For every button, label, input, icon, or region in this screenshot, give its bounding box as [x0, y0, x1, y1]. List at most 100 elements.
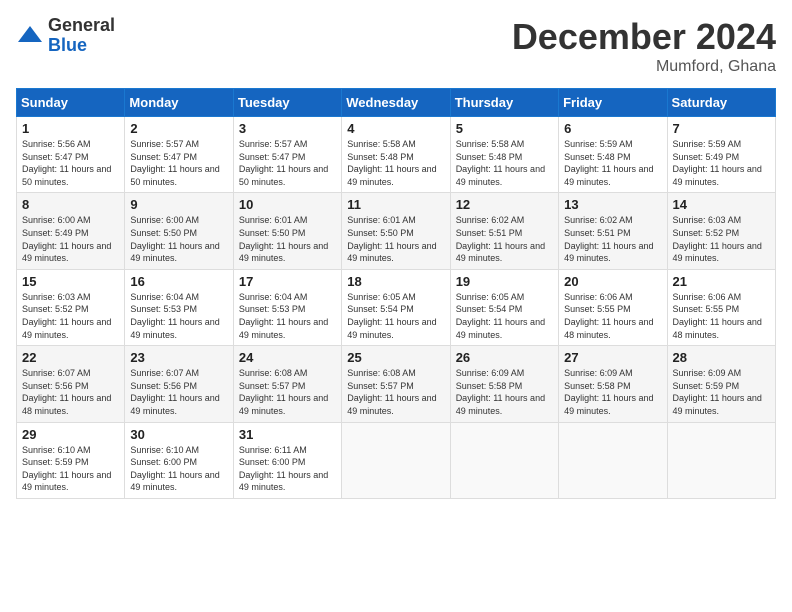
- cell-text: Sunrise: 6:05 AMSunset: 5:54 PMDaylight:…: [456, 291, 553, 341]
- cell-text: Sunrise: 6:07 AMSunset: 5:56 PMDaylight:…: [22, 367, 119, 417]
- cell-text: Sunrise: 6:11 AMSunset: 6:00 PMDaylight:…: [239, 444, 336, 494]
- calendar-week-row: 22 Sunrise: 6:07 AMSunset: 5:56 PMDaylig…: [17, 346, 776, 422]
- day-number: 15: [22, 274, 119, 289]
- cell-text: Sunrise: 5:57 AMSunset: 5:47 PMDaylight:…: [239, 138, 336, 188]
- location-title: Mumford, Ghana: [512, 58, 776, 76]
- weekday-header: Saturday: [667, 89, 775, 117]
- calendar-cell: 20 Sunrise: 6:06 AMSunset: 5:55 PMDaylig…: [559, 269, 667, 345]
- calendar-cell: 26 Sunrise: 6:09 AMSunset: 5:58 PMDaylig…: [450, 346, 558, 422]
- calendar-table: SundayMondayTuesdayWednesdayThursdayFrid…: [16, 88, 776, 499]
- cell-text: Sunrise: 6:09 AMSunset: 5:58 PMDaylight:…: [564, 367, 661, 417]
- logo-blue: Blue: [48, 36, 115, 56]
- weekday-header: Sunday: [17, 89, 125, 117]
- header: General Blue December 2024 Mumford, Ghan…: [16, 16, 776, 76]
- calendar-cell: 2 Sunrise: 5:57 AMSunset: 5:47 PMDayligh…: [125, 117, 233, 193]
- calendar-cell: 12 Sunrise: 6:02 AMSunset: 5:51 PMDaylig…: [450, 193, 558, 269]
- day-number: 24: [239, 350, 336, 365]
- cell-text: Sunrise: 5:58 AMSunset: 5:48 PMDaylight:…: [347, 138, 444, 188]
- cell-text: Sunrise: 5:59 AMSunset: 5:49 PMDaylight:…: [673, 138, 770, 188]
- day-number: 19: [456, 274, 553, 289]
- day-number: 22: [22, 350, 119, 365]
- cell-text: Sunrise: 6:01 AMSunset: 5:50 PMDaylight:…: [239, 214, 336, 264]
- calendar-cell: 28 Sunrise: 6:09 AMSunset: 5:59 PMDaylig…: [667, 346, 775, 422]
- logo: General Blue: [16, 16, 115, 56]
- calendar-cell: 21 Sunrise: 6:06 AMSunset: 5:55 PMDaylig…: [667, 269, 775, 345]
- calendar-cell: 6 Sunrise: 5:59 AMSunset: 5:48 PMDayligh…: [559, 117, 667, 193]
- calendar-week-row: 15 Sunrise: 6:03 AMSunset: 5:52 PMDaylig…: [17, 269, 776, 345]
- day-number: 6: [564, 121, 661, 136]
- day-number: 31: [239, 427, 336, 442]
- day-number: 7: [673, 121, 770, 136]
- day-number: 16: [130, 274, 227, 289]
- calendar-week-row: 8 Sunrise: 6:00 AMSunset: 5:49 PMDayligh…: [17, 193, 776, 269]
- month-title: December 2024: [512, 16, 776, 58]
- cell-text: Sunrise: 6:02 AMSunset: 5:51 PMDaylight:…: [564, 214, 661, 264]
- weekday-header: Wednesday: [342, 89, 450, 117]
- day-number: 25: [347, 350, 444, 365]
- calendar-cell: 24 Sunrise: 6:08 AMSunset: 5:57 PMDaylig…: [233, 346, 341, 422]
- cell-text: Sunrise: 6:09 AMSunset: 5:58 PMDaylight:…: [456, 367, 553, 417]
- calendar-cell: 23 Sunrise: 6:07 AMSunset: 5:56 PMDaylig…: [125, 346, 233, 422]
- logo-text: General Blue: [48, 16, 115, 56]
- day-number: 11: [347, 197, 444, 212]
- day-number: 3: [239, 121, 336, 136]
- day-number: 23: [130, 350, 227, 365]
- weekday-header: Tuesday: [233, 89, 341, 117]
- calendar-cell: 31 Sunrise: 6:11 AMSunset: 6:00 PMDaylig…: [233, 422, 341, 498]
- calendar-cell: 8 Sunrise: 6:00 AMSunset: 5:49 PMDayligh…: [17, 193, 125, 269]
- calendar-cell: 15 Sunrise: 6:03 AMSunset: 5:52 PMDaylig…: [17, 269, 125, 345]
- cell-text: Sunrise: 6:04 AMSunset: 5:53 PMDaylight:…: [239, 291, 336, 341]
- calendar-week-row: 29 Sunrise: 6:10 AMSunset: 5:59 PMDaylig…: [17, 422, 776, 498]
- calendar-cell: [559, 422, 667, 498]
- cell-text: Sunrise: 6:10 AMSunset: 5:59 PMDaylight:…: [22, 444, 119, 494]
- calendar-cell: [342, 422, 450, 498]
- cell-text: Sunrise: 6:03 AMSunset: 5:52 PMDaylight:…: [673, 214, 770, 264]
- weekday-header: Thursday: [450, 89, 558, 117]
- calendar-cell: [667, 422, 775, 498]
- day-number: 21: [673, 274, 770, 289]
- cell-text: Sunrise: 5:56 AMSunset: 5:47 PMDaylight:…: [22, 138, 119, 188]
- calendar-cell: 17 Sunrise: 6:04 AMSunset: 5:53 PMDaylig…: [233, 269, 341, 345]
- calendar-week-row: 1 Sunrise: 5:56 AMSunset: 5:47 PMDayligh…: [17, 117, 776, 193]
- calendar-cell: 10 Sunrise: 6:01 AMSunset: 5:50 PMDaylig…: [233, 193, 341, 269]
- cell-text: Sunrise: 6:08 AMSunset: 5:57 PMDaylight:…: [347, 367, 444, 417]
- day-number: 28: [673, 350, 770, 365]
- cell-text: Sunrise: 6:02 AMSunset: 5:51 PMDaylight:…: [456, 214, 553, 264]
- cell-text: Sunrise: 5:57 AMSunset: 5:47 PMDaylight:…: [130, 138, 227, 188]
- cell-text: Sunrise: 6:07 AMSunset: 5:56 PMDaylight:…: [130, 367, 227, 417]
- cell-text: Sunrise: 6:00 AMSunset: 5:50 PMDaylight:…: [130, 214, 227, 264]
- day-number: 29: [22, 427, 119, 442]
- day-number: 9: [130, 197, 227, 212]
- cell-text: Sunrise: 6:06 AMSunset: 5:55 PMDaylight:…: [673, 291, 770, 341]
- calendar-cell: 16 Sunrise: 6:04 AMSunset: 5:53 PMDaylig…: [125, 269, 233, 345]
- cell-text: Sunrise: 6:01 AMSunset: 5:50 PMDaylight:…: [347, 214, 444, 264]
- cell-text: Sunrise: 6:00 AMSunset: 5:49 PMDaylight:…: [22, 214, 119, 264]
- day-number: 4: [347, 121, 444, 136]
- calendar-cell: 3 Sunrise: 5:57 AMSunset: 5:47 PMDayligh…: [233, 117, 341, 193]
- calendar-cell: 13 Sunrise: 6:02 AMSunset: 5:51 PMDaylig…: [559, 193, 667, 269]
- day-number: 14: [673, 197, 770, 212]
- cell-text: Sunrise: 6:06 AMSunset: 5:55 PMDaylight:…: [564, 291, 661, 341]
- logo-icon: [16, 22, 44, 50]
- cell-text: Sunrise: 6:05 AMSunset: 5:54 PMDaylight:…: [347, 291, 444, 341]
- calendar-cell: 14 Sunrise: 6:03 AMSunset: 5:52 PMDaylig…: [667, 193, 775, 269]
- day-number: 2: [130, 121, 227, 136]
- day-number: 17: [239, 274, 336, 289]
- calendar-cell: 22 Sunrise: 6:07 AMSunset: 5:56 PMDaylig…: [17, 346, 125, 422]
- calendar-cell: 25 Sunrise: 6:08 AMSunset: 5:57 PMDaylig…: [342, 346, 450, 422]
- weekday-header: Friday: [559, 89, 667, 117]
- day-number: 5: [456, 121, 553, 136]
- calendar-cell: 5 Sunrise: 5:58 AMSunset: 5:48 PMDayligh…: [450, 117, 558, 193]
- cell-text: Sunrise: 6:10 AMSunset: 6:00 PMDaylight:…: [130, 444, 227, 494]
- cell-text: Sunrise: 5:58 AMSunset: 5:48 PMDaylight:…: [456, 138, 553, 188]
- cell-text: Sunrise: 6:03 AMSunset: 5:52 PMDaylight:…: [22, 291, 119, 341]
- day-number: 18: [347, 274, 444, 289]
- cell-text: Sunrise: 6:04 AMSunset: 5:53 PMDaylight:…: [130, 291, 227, 341]
- calendar-cell: [450, 422, 558, 498]
- calendar-cell: 30 Sunrise: 6:10 AMSunset: 6:00 PMDaylig…: [125, 422, 233, 498]
- weekday-header: Monday: [125, 89, 233, 117]
- calendar-cell: 19 Sunrise: 6:05 AMSunset: 5:54 PMDaylig…: [450, 269, 558, 345]
- calendar-cell: 27 Sunrise: 6:09 AMSunset: 5:58 PMDaylig…: [559, 346, 667, 422]
- day-number: 1: [22, 121, 119, 136]
- calendar-cell: 29 Sunrise: 6:10 AMSunset: 5:59 PMDaylig…: [17, 422, 125, 498]
